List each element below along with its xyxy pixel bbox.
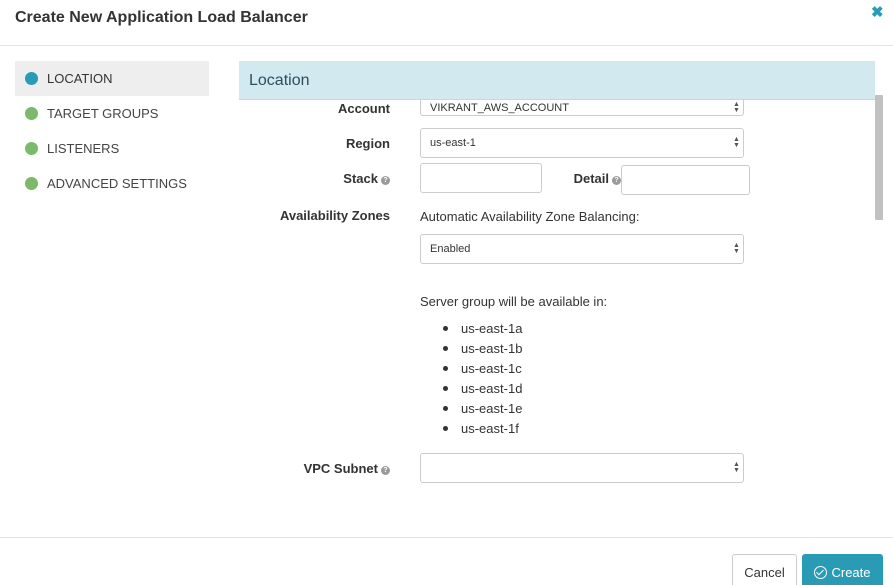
bullet-icon bbox=[443, 385, 448, 391]
zone-name: us-east-1c bbox=[461, 360, 522, 376]
region-label: Region bbox=[345, 136, 390, 151]
account-select-value: VIKRANT_AWS_ACCOUNT bbox=[430, 101, 569, 114]
bullet-icon bbox=[443, 425, 448, 431]
list-item: us-east-1d bbox=[443, 378, 522, 398]
zone-name: us-east-1d bbox=[461, 380, 523, 396]
account-select[interactable]: VIKRANT_AWS_ACCOUNT ▲ ▼ bbox=[420, 100, 744, 116]
bullet-icon bbox=[443, 345, 448, 351]
close-icon[interactable]: ✖ bbox=[871, 3, 884, 21]
chevron-updown-icon: ▲ ▼ bbox=[733, 242, 740, 255]
vpc-subnet-label-text: VPC Subnet bbox=[303, 461, 378, 476]
nav-item-label: LOCATION bbox=[47, 71, 113, 86]
bullet-icon bbox=[443, 325, 448, 331]
auto-balancing-label: Automatic Availability Zone Balancing: bbox=[420, 209, 640, 224]
bullet-icon bbox=[443, 405, 448, 411]
auto-balancing-select-value: Enabled bbox=[430, 243, 471, 255]
list-item: us-east-1b bbox=[443, 338, 522, 358]
dialog-title: Create New Application Load Balancer bbox=[15, 9, 308, 26]
list-item: us-east-1a bbox=[443, 318, 522, 338]
check-circle-icon bbox=[814, 565, 828, 579]
region-select-value: us-east-1 bbox=[430, 137, 476, 149]
detail-label-text: Detail bbox=[573, 171, 609, 186]
auto-balancing-select[interactable]: Enabled ▲ ▼ bbox=[420, 234, 744, 264]
dialog-footer: Cancel Create bbox=[0, 537, 893, 585]
stack-input[interactable] bbox=[420, 163, 542, 193]
region-select[interactable]: us-east-1 ▲ ▼ bbox=[420, 128, 744, 158]
nav-item-target-groups[interactable]: TARGET GROUPS bbox=[15, 96, 209, 131]
detail-label: Detail? bbox=[545, 171, 621, 186]
vpc-subnet-label: VPC Subnet? bbox=[270, 461, 390, 476]
nav-item-advanced-settings[interactable]: ADVANCED SETTINGS bbox=[15, 166, 209, 201]
status-dot-icon bbox=[25, 142, 38, 155]
create-button[interactable]: Create bbox=[802, 554, 883, 585]
account-label: Account bbox=[338, 101, 390, 116]
list-item: us-east-1f bbox=[443, 418, 522, 438]
stack-label-text: Stack bbox=[343, 171, 378, 186]
chevron-updown-icon: ▲ ▼ bbox=[733, 461, 740, 474]
nav-item-listeners[interactable]: LISTENERS bbox=[15, 131, 209, 166]
chevron-updown-icon: ▲ ▼ bbox=[733, 101, 740, 114]
help-icon[interactable]: ? bbox=[612, 176, 621, 185]
section-title: Location bbox=[249, 72, 310, 89]
stack-label: Stack? bbox=[290, 171, 390, 186]
nav-item-label: ADVANCED SETTINGS bbox=[47, 176, 187, 191]
status-dot-icon bbox=[25, 107, 38, 120]
create-button-label: Create bbox=[831, 564, 871, 580]
server-group-text: Server group will be available in: bbox=[420, 294, 608, 309]
zone-name: us-east-1e bbox=[461, 400, 523, 416]
list-item: us-east-1e bbox=[443, 398, 522, 418]
section-header: Location bbox=[239, 61, 875, 100]
status-dot-icon bbox=[25, 177, 38, 190]
cancel-button[interactable]: Cancel bbox=[732, 554, 797, 585]
status-dot-icon bbox=[25, 72, 38, 85]
chevron-updown-icon: ▲ ▼ bbox=[733, 136, 740, 149]
help-icon[interactable]: ? bbox=[381, 176, 390, 185]
zone-name: us-east-1b bbox=[461, 340, 523, 356]
detail-input[interactable] bbox=[621, 165, 750, 195]
nav-item-label: LISTENERS bbox=[47, 141, 120, 156]
zone-name: us-east-1f bbox=[461, 420, 519, 436]
bullet-icon bbox=[443, 365, 448, 371]
scrollbar-thumb[interactable] bbox=[875, 95, 883, 220]
list-item: us-east-1c bbox=[443, 358, 522, 378]
help-icon[interactable]: ? bbox=[381, 466, 390, 475]
availability-zones-label: Availability Zones bbox=[279, 208, 390, 223]
nav-item-location[interactable]: LOCATION bbox=[15, 61, 209, 96]
wizard-nav: LOCATION TARGET GROUPS LISTENERS ADVANCE… bbox=[15, 61, 209, 201]
zone-list: us-east-1a us-east-1b us-east-1c us-east… bbox=[443, 318, 522, 438]
zone-name: us-east-1a bbox=[461, 320, 523, 336]
vpc-subnet-select[interactable]: ▲ ▼ bbox=[420, 453, 744, 483]
nav-item-label: TARGET GROUPS bbox=[47, 106, 159, 121]
dialog-header: Create New Application Load Balancer ✖ bbox=[0, 0, 893, 46]
